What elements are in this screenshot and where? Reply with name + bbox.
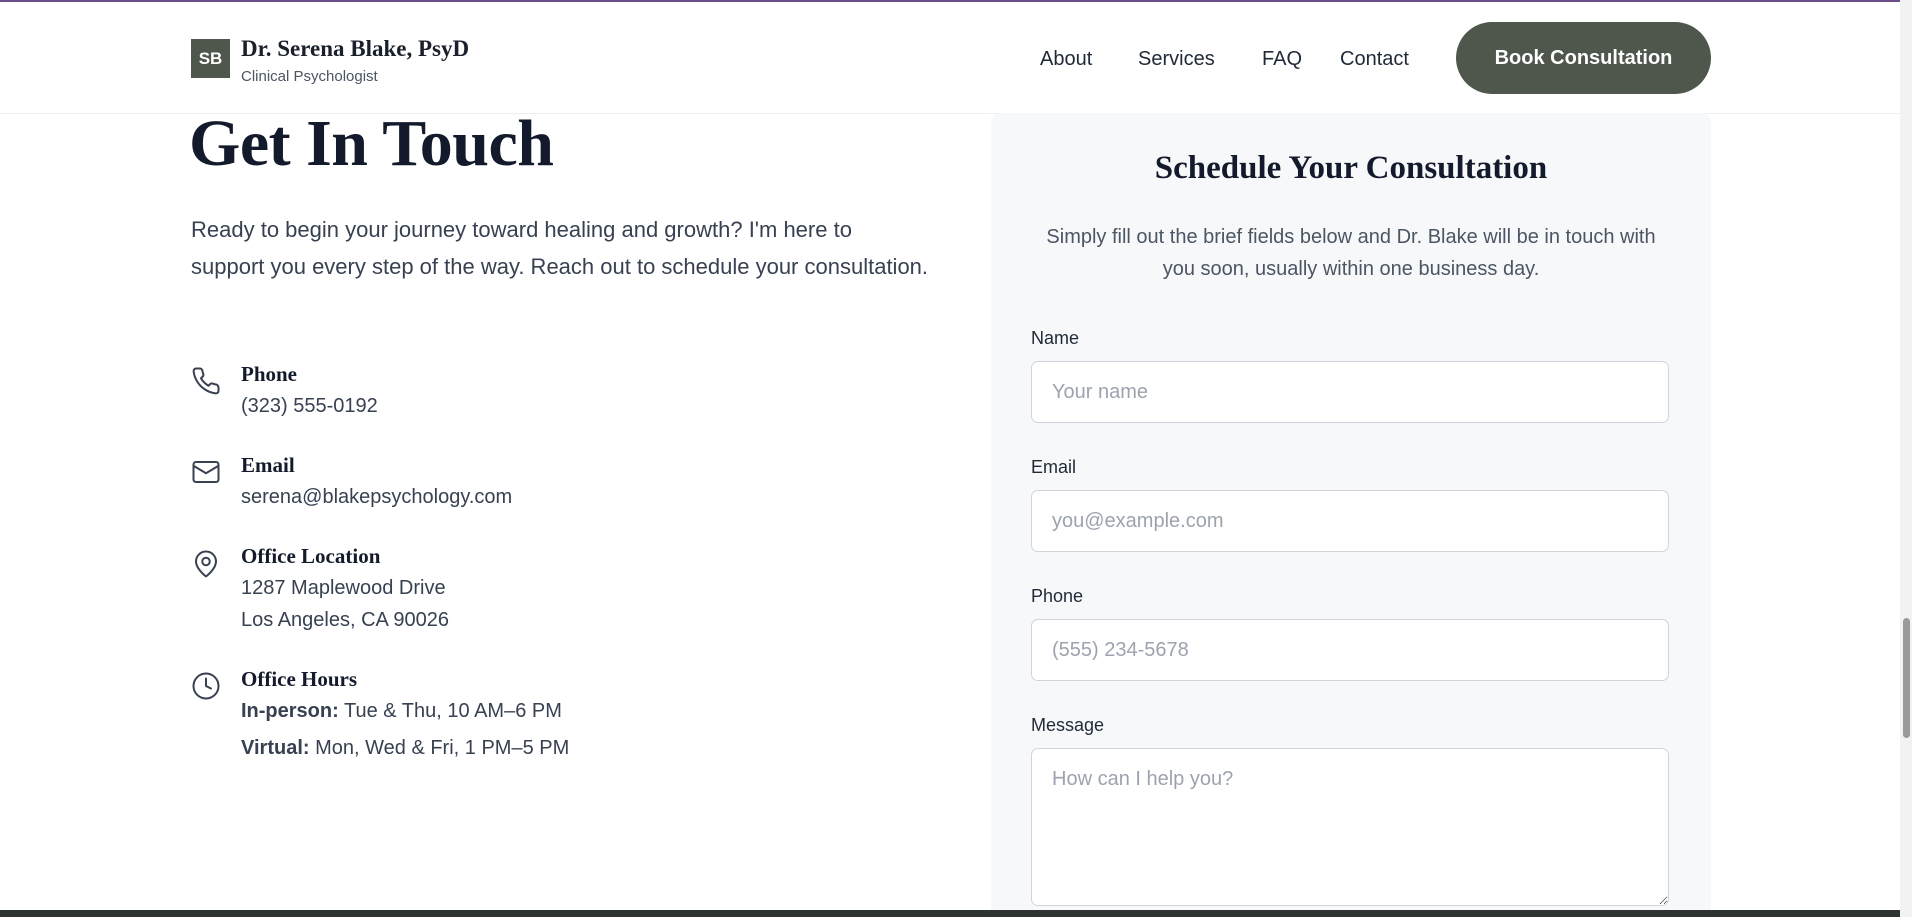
in-person-value: Tue & Thu, 10 AM–6 PM <box>343 700 562 722</box>
virtual-value: Mon, Wed & Fri, 1 PM–5 PM <box>315 737 570 759</box>
phone-icon <box>191 366 221 396</box>
name-input[interactable] <box>1031 361 1669 423</box>
page-title: Get In Touch <box>189 107 554 180</box>
nav-contact[interactable]: Contact <box>1340 48 1409 71</box>
phone-value[interactable]: (323) 555-0192 <box>241 395 378 418</box>
brand-name[interactable]: Dr. Serena Blake, PsyD <box>241 36 469 62</box>
phone-field-label: Phone <box>1031 586 1084 606</box>
location-label: Office Location <box>241 544 381 568</box>
form-title: Schedule Your Consultation <box>1154 150 1548 186</box>
email-label: Email <box>241 453 295 477</box>
email-input[interactable] <box>1031 490 1669 552</box>
message-textarea[interactable] <box>1031 748 1669 906</box>
phone-label: Phone <box>241 362 298 386</box>
message-field-label: Message <box>1031 715 1105 735</box>
email-value[interactable]: serena@blakepsychology.com <box>241 486 512 509</box>
intro-text: Ready to begin your journey toward heali… <box>191 217 929 279</box>
scrollbar-thumb[interactable] <box>1903 618 1910 738</box>
page-scrollbar[interactable] <box>1900 0 1912 917</box>
nav-faq[interactable]: FAQ <box>1262 48 1302 71</box>
nav-about[interactable]: About <box>1040 48 1092 71</box>
book-consultation-button[interactable]: Book Consultation <box>1456 22 1711 94</box>
email-field-label: Email <box>1031 457 1077 477</box>
phone-input[interactable] <box>1031 619 1669 681</box>
map-pin-icon <box>191 549 221 579</box>
in-person-label: In-person: <box>241 700 339 722</box>
site-header: SB Dr. Serena Blake, PsyD Clinical Psych… <box>0 2 1900 114</box>
hours-in-person: In-person: Tue & Thu, 10 AM–6 PM <box>241 700 562 723</box>
bottom-edge-bar <box>0 910 1900 917</box>
form-description: Simply fill out the brief fields below a… <box>1046 226 1656 280</box>
address-line-2: Los Angeles, CA 90026 <box>241 609 449 631</box>
virtual-label: Virtual: <box>241 737 310 759</box>
hours-label: Office Hours <box>241 667 358 691</box>
nav-services[interactable]: Services <box>1138 48 1215 71</box>
clock-icon <box>191 671 221 701</box>
name-field-label: Name <box>1031 328 1080 348</box>
logo-badge[interactable]: SB <box>191 39 230 78</box>
mail-icon <box>191 457 221 487</box>
hours-virtual: Virtual: Mon, Wed & Fri, 1 PM–5 PM <box>241 737 569 760</box>
brand-subtitle: Clinical Psychologist <box>241 68 378 85</box>
address-line-1: 1287 Maplewood Drive <box>241 577 446 599</box>
